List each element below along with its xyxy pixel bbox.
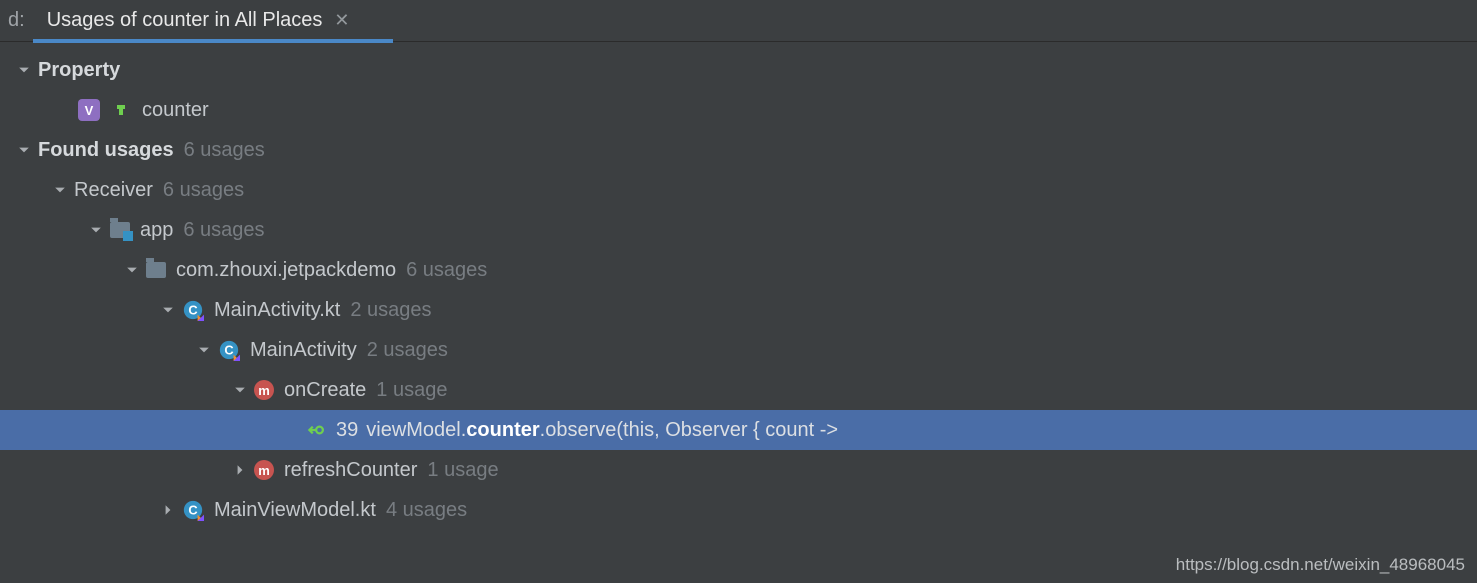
- file-label: MainActivity.kt: [214, 299, 340, 322]
- chevron-down-icon[interactable]: [124, 262, 140, 278]
- tab-underline: [33, 39, 394, 43]
- chevron-down-icon[interactable]: [88, 222, 104, 238]
- tab-title: Usages of counter in All Places: [47, 9, 323, 32]
- package-count: 6 usages: [406, 259, 487, 282]
- method-icon: m: [254, 460, 274, 480]
- file-label: MainViewModel.kt: [214, 499, 376, 522]
- chevron-down-icon[interactable]: [16, 142, 32, 158]
- svg-text:C: C: [188, 503, 197, 518]
- usage-code-bold: counter: [466, 419, 539, 442]
- node-method-oncreate[interactable]: m onCreate 1 usage: [0, 370, 1477, 410]
- svg-text:C: C: [224, 343, 233, 358]
- chevron-down-icon[interactable]: [52, 182, 68, 198]
- chevron-down-icon[interactable]: [196, 342, 212, 358]
- found-count: 6 usages: [184, 139, 265, 162]
- kotlin-file-icon: C: [182, 299, 204, 321]
- chevron-down-icon[interactable]: [160, 302, 176, 318]
- method-icon: m: [254, 380, 274, 400]
- node-module-app[interactable]: app 6 usages: [0, 210, 1477, 250]
- package-icon: [146, 262, 166, 278]
- tabbar: d: Usages of counter in All Places ✕: [0, 0, 1477, 42]
- node-found-usages[interactable]: Found usages 6 usages: [0, 130, 1477, 170]
- node-file-mainviewmodel[interactable]: C MainViewModel.kt 4 usages: [0, 490, 1477, 530]
- chevron-right-icon[interactable]: [160, 502, 176, 518]
- watermark: https://blog.csdn.net/weixin_48968045: [1176, 555, 1465, 575]
- variable-icon: V: [78, 99, 100, 121]
- override-icon: [304, 419, 326, 441]
- receiver-count: 6 usages: [163, 179, 244, 202]
- property-name: counter: [142, 99, 209, 122]
- chevron-down-icon[interactable]: [232, 382, 248, 398]
- node-usage-line[interactable]: 39 viewModel.counter.observe(this, Obser…: [0, 410, 1477, 450]
- node-property[interactable]: Property: [0, 50, 1477, 90]
- receiver-label: Receiver: [74, 179, 153, 202]
- file-count: 2 usages: [350, 299, 431, 322]
- field-access-icon: [110, 99, 132, 121]
- property-label: Property: [38, 59, 120, 82]
- svg-text:C: C: [188, 303, 197, 318]
- chevron-down-icon[interactable]: [16, 62, 32, 78]
- node-method-refreshcounter[interactable]: m refreshCounter 1 usage: [0, 450, 1477, 490]
- node-receiver[interactable]: Receiver 6 usages: [0, 170, 1477, 210]
- usage-code-pre: viewModel.: [366, 419, 466, 442]
- method-label: onCreate: [284, 379, 366, 402]
- node-class-mainactivity[interactable]: C MainActivity 2 usages: [0, 330, 1477, 370]
- module-icon: [110, 222, 130, 238]
- method-label: refreshCounter: [284, 459, 417, 482]
- class-label: MainActivity: [250, 339, 357, 362]
- usage-lineno: 39: [336, 419, 358, 442]
- node-package[interactable]: com.zhouxi.jetpackdemo 6 usages: [0, 250, 1477, 290]
- usages-tree: Property V counter Found usages 6 usages…: [0, 42, 1477, 530]
- close-icon[interactable]: ✕: [334, 10, 349, 31]
- kotlin-file-icon: C: [182, 499, 204, 521]
- method-count: 1 usage: [376, 379, 447, 402]
- module-count: 6 usages: [183, 219, 264, 242]
- package-label: com.zhouxi.jetpackdemo: [176, 259, 396, 282]
- node-file-mainactivity[interactable]: C MainActivity.kt 2 usages: [0, 290, 1477, 330]
- tab-usages[interactable]: Usages of counter in All Places ✕: [33, 0, 364, 42]
- found-label: Found usages: [38, 139, 174, 162]
- usage-code-post: .observe(this, Observer { count ->: [540, 419, 838, 442]
- class-count: 2 usages: [367, 339, 448, 362]
- module-label: app: [140, 219, 173, 242]
- node-property-item[interactable]: V counter: [0, 90, 1477, 130]
- method-count: 1 usage: [427, 459, 498, 482]
- file-count: 4 usages: [386, 499, 467, 522]
- kotlin-class-icon: C: [218, 339, 240, 361]
- chevron-right-icon[interactable]: [232, 462, 248, 478]
- tabbar-prefix: d:: [8, 9, 33, 32]
